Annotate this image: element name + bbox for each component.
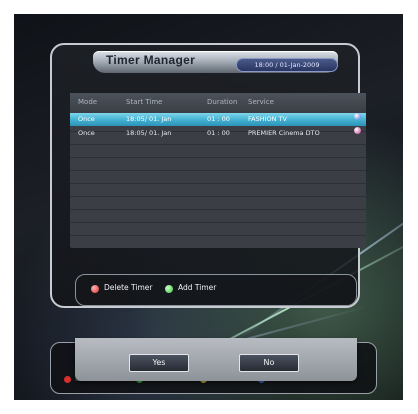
column-header-mode: Mode xyxy=(78,98,98,106)
current-datetime: 18:00 / 01-Jan-2009 xyxy=(236,58,338,72)
row-duration: 01 : 00 xyxy=(207,115,230,123)
table-row[interactable]: Once 18:05/ 01. Jan 01 : 00 FASHION TV xyxy=(70,113,366,126)
red-key-icon xyxy=(64,376,71,383)
tv-service-icon xyxy=(354,113,361,120)
table-header: Mode Start Time Duration Service xyxy=(70,93,366,111)
page-title: Timer Manager xyxy=(106,53,196,67)
row-service: PREMIER Cinema DTO xyxy=(248,129,320,137)
yes-button[interactable]: Yes xyxy=(129,354,189,372)
row-service: FASHION TV xyxy=(248,115,287,123)
add-timer-label[interactable]: Add Timer xyxy=(178,283,216,292)
row-start-time: 18:05/ 01. Jan xyxy=(126,115,172,123)
no-button[interactable]: No xyxy=(239,354,299,372)
tv-service-icon xyxy=(354,127,361,134)
row-duration: 01 : 00 xyxy=(207,129,230,137)
column-header-duration: Duration xyxy=(207,98,238,106)
row-mode: Once xyxy=(78,115,95,123)
column-header-service: Service xyxy=(248,98,274,106)
row-mode: Once xyxy=(78,129,95,137)
row-start-time: 18:05/ 01. Jan xyxy=(126,129,172,137)
red-key-icon xyxy=(91,285,99,293)
table-row[interactable]: Once 18:05/ 01. Jan 01 : 00 PREMIER Cine… xyxy=(70,127,366,140)
column-header-start-time: Start Time xyxy=(126,98,163,106)
green-key-icon xyxy=(165,285,173,293)
delete-timer-label[interactable]: Delete Timer xyxy=(104,283,152,292)
confirm-dialog xyxy=(75,338,357,381)
